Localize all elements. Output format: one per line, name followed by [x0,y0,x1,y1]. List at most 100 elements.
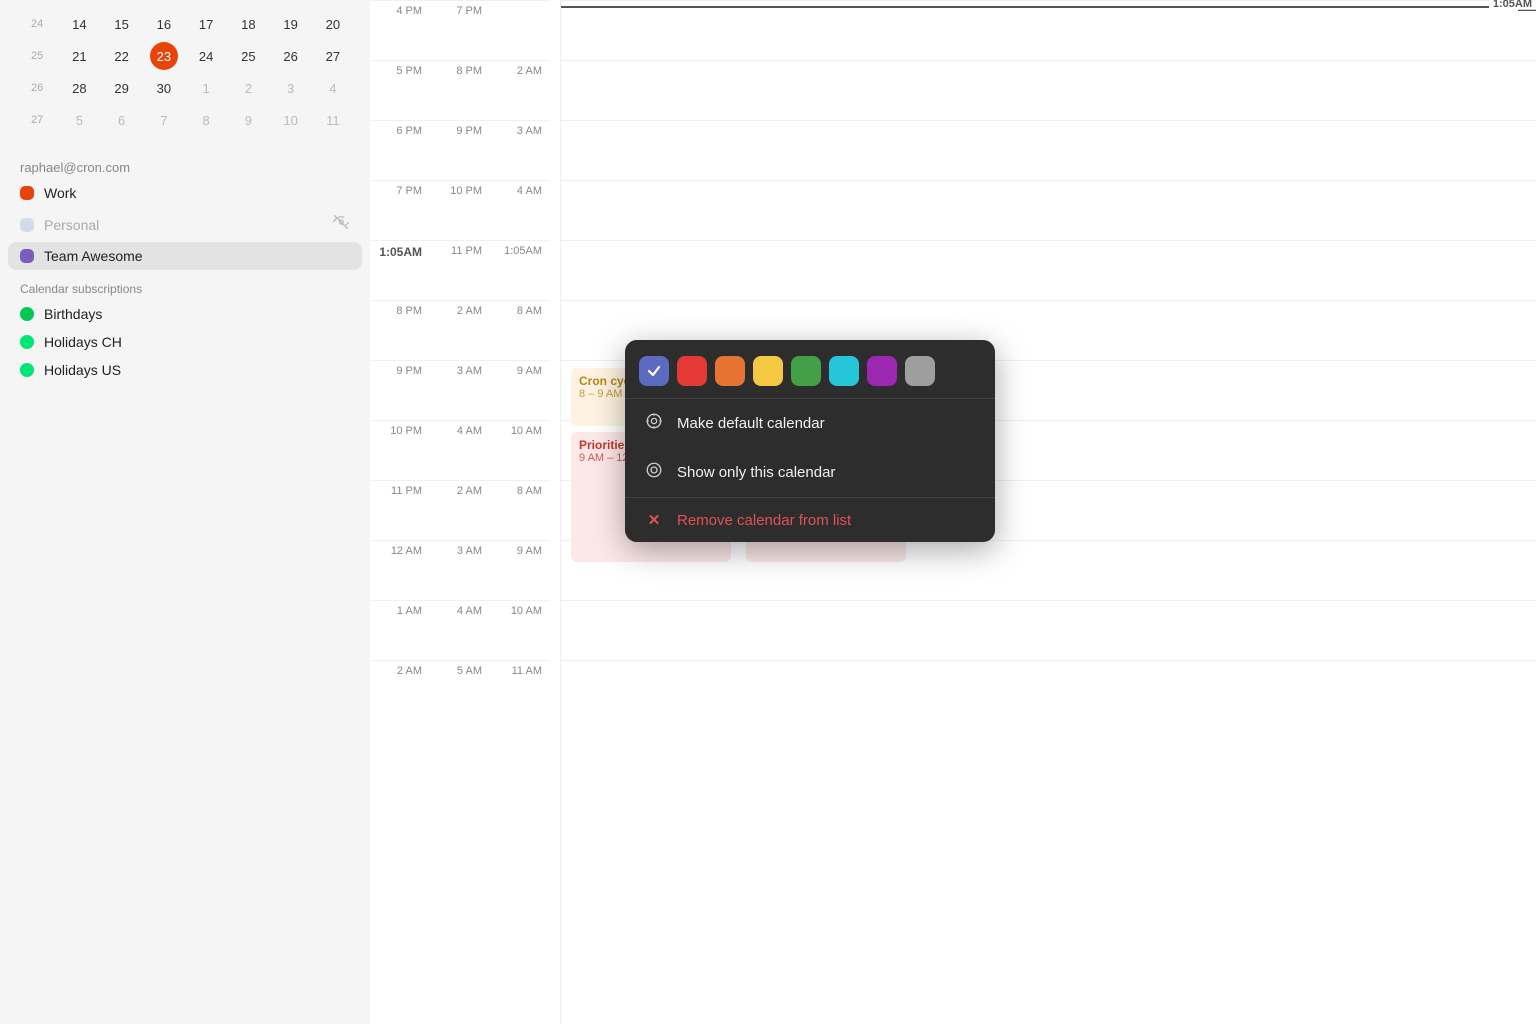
calendar-color-personal [20,218,34,232]
cal-day-other[interactable]: 6 [101,104,143,136]
time-label: 2 AM [490,60,550,120]
menu-item-remove-calendar[interactable]: ✕ Remove calendar from list [625,498,995,542]
calendar-name-personal: Personal [44,217,332,233]
color-swatch-orange[interactable] [715,356,745,386]
time-label: 2 AM [370,660,430,720]
calendar-item-work[interactable]: Work [8,179,362,207]
time-label: 1:05AM [370,240,430,300]
subscriptions-label: Calendar subscriptions [8,270,362,300]
grid-row [561,180,1536,240]
time-label: 11 AM [490,660,550,720]
week-number: 24 [16,8,58,40]
time-label: 8 AM [490,300,550,360]
cal-day[interactable]: 28 [58,72,100,104]
time-label: 5 PM [370,60,430,120]
make-default-icon [643,412,665,435]
calendar-name-holidays-ch: Holidays CH [44,334,350,350]
color-swatch-yellow[interactable] [753,356,783,386]
calendar-item-birthdays[interactable]: Birthdays [8,300,362,328]
cal-day-other[interactable]: 2 [227,72,269,104]
menu-item-show-only[interactable]: Show only this calendar [625,448,995,497]
cal-day-other[interactable]: 3 [270,72,312,104]
time-label: 1 AM [370,600,430,660]
grid-row [561,240,1536,300]
color-swatch-gray[interactable] [905,356,935,386]
time-label: 10 AM [490,420,550,480]
cal-day[interactable]: 29 [101,72,143,104]
cal-day[interactable]: 22 [101,40,143,72]
cal-day[interactable]: 14 [58,8,100,40]
cal-day[interactable]: 30 [143,72,185,104]
cal-day[interactable]: 18 [227,8,269,40]
color-swatch-red[interactable] [677,356,707,386]
time-label: 11 PM [430,240,490,300]
cal-day[interactable]: 20 [312,8,354,40]
cal-day[interactable]: 25 [227,40,269,72]
cal-day-other[interactable]: 9 [227,104,269,136]
cal-day[interactable]: 15 [101,8,143,40]
time-label: 11 PM [370,480,430,540]
grid-row: 1:05AM — [561,0,1536,60]
cal-day-other[interactable]: 4 [312,72,354,104]
cal-day[interactable]: 23 [143,40,185,72]
time-label: 8 PM [370,300,430,360]
grid-row [561,60,1536,120]
calendar-item-personal[interactable]: Personal [8,207,362,242]
color-picker-row [625,352,995,399]
cal-day[interactable]: 19 [270,8,312,40]
cal-day[interactable]: 16 [143,8,185,40]
time-label: 12 AM [370,540,430,600]
time-label: 2 AM [430,300,490,360]
calendar-color-work [20,186,34,200]
calendar-item-holidays-us[interactable]: Holidays US [8,356,362,384]
week-number: 27 [16,104,58,136]
cal-day-other[interactable]: 8 [185,104,227,136]
grid-row [561,660,1536,720]
today-badge[interactable]: 23 [150,42,178,70]
time-label: 2 AM [430,480,490,540]
color-swatch-purple[interactable] [867,356,897,386]
time-col-1: 4 PM 5 PM 6 PM 7 PM 1:05AM 8 PM 9 PM 10 … [370,0,430,1024]
color-swatch-teal[interactable] [829,356,859,386]
time-col-2: 7 PM 8 PM 9 PM 10 PM 11 PM 2 AM 3 AM 4 A… [430,0,490,1024]
time-label: 7 PM [430,0,490,60]
grid-row [561,120,1536,180]
cal-day[interactable]: 21 [58,40,100,72]
color-swatch-green[interactable] [791,356,821,386]
cal-day[interactable]: 27 [312,40,354,72]
calendar-color-birthdays [20,307,34,321]
time-label: 8 PM [430,60,490,120]
time-label: 4 AM [430,600,490,660]
menu-item-make-default[interactable]: Make default calendar [625,399,995,448]
eye-off-icon [332,213,350,236]
time-label: 4 AM [430,420,490,480]
grid-row [561,600,1536,660]
calendar-color-team-awesome [20,249,34,263]
time-label: 10 PM [430,180,490,240]
cal-day-other[interactable]: 1 [185,72,227,104]
cal-day-other[interactable]: 10 [270,104,312,136]
cal-day[interactable]: 26 [270,40,312,72]
color-swatch-indigo[interactable] [639,356,669,386]
time-label: 4 AM [490,180,550,240]
time-label: 9 AM [490,360,550,420]
time-label: 10 PM [370,420,430,480]
account-email: raphael@cron.com [8,152,362,179]
show-only-label: Show only this calendar [677,464,835,481]
calendar-name-work: Work [44,185,350,201]
make-default-label: Make default calendar [677,415,825,432]
cal-day-other[interactable]: 5 [58,104,100,136]
calendar-item-holidays-ch[interactable]: Holidays CH [8,328,362,356]
time-label: 8 AM [490,480,550,540]
time-label: 3 AM [430,360,490,420]
cal-day[interactable]: 24 [185,40,227,72]
calendar-item-team-awesome[interactable]: Team Awesome [8,242,362,270]
cal-day-other[interactable]: 11 [312,104,354,136]
time-col-3: 2 AM 3 AM 4 AM 1:05AM 8 AM 9 AM 10 AM 8 … [490,0,550,1024]
calendar-list: raphael@cron.com Work Personal Team Awes… [0,152,370,1024]
cal-day[interactable]: 17 [185,8,227,40]
mini-calendar: 24 14 15 16 17 18 19 20 25 21 22 23 24 2… [0,0,370,152]
checkmark-icon [647,364,661,378]
cal-day-other[interactable]: 7 [143,104,185,136]
calendar-color-holidays-ch [20,335,34,349]
